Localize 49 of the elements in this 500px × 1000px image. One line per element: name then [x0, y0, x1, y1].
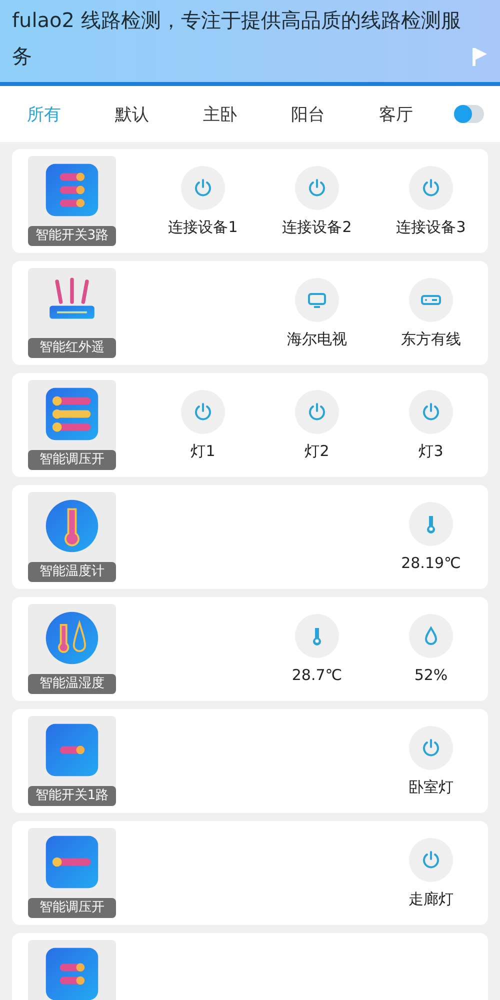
- action-button[interactable]: 28.19℃: [374, 502, 488, 572]
- room-tab[interactable]: 主卧: [176, 86, 264, 142]
- device-icon: [44, 722, 100, 778]
- device-name: 智能开关3路: [28, 226, 116, 246]
- power-icon: [420, 736, 442, 758]
- action-button[interactable]: 灯2: [260, 390, 374, 460]
- power-icon: [420, 176, 442, 198]
- action-button[interactable]: 52%: [374, 614, 488, 684]
- device-icon: [44, 162, 100, 218]
- action-button[interactable]: 东方有线: [374, 278, 488, 348]
- power-icon: [420, 400, 442, 422]
- action-button[interactable]: 灯1: [146, 390, 260, 460]
- caption-text: fulao2 线路检测，专注于提供高品质的线路检测服务: [12, 7, 462, 70]
- flag-icon[interactable]: [472, 46, 488, 68]
- device-name: 智能温度计: [28, 562, 116, 582]
- toggle-icon[interactable]: [454, 105, 484, 123]
- device-name: 智能开关1路: [28, 786, 116, 806]
- device-icon: [44, 946, 100, 1000]
- device-tile[interactable]: 智能调压开: [28, 828, 116, 918]
- device-name: 智能红外遥: [28, 338, 116, 358]
- device-name: 智能调压开: [28, 898, 116, 918]
- power-icon: [306, 400, 328, 422]
- device-tile[interactable]: 智能温度计: [28, 492, 116, 582]
- power-icon: [306, 176, 328, 198]
- device-tile[interactable]: 智能红外遥: [28, 268, 116, 358]
- power-icon: [420, 848, 442, 870]
- action-button[interactable]: 连接设备2: [260, 166, 374, 236]
- room-tab[interactable]: 阳台: [264, 86, 352, 142]
- action-button[interactable]: 连接设备1: [146, 166, 260, 236]
- device-name: 智能温湿度: [28, 674, 116, 694]
- action-button[interactable]: 走廊灯: [374, 838, 488, 908]
- device-icon: [44, 834, 100, 890]
- action-button[interactable]: 卧室灯: [374, 726, 488, 796]
- device-icon: [44, 498, 100, 554]
- action-button[interactable]: 28.7℃: [260, 614, 374, 684]
- device-tile[interactable]: 智能开关3路: [28, 156, 116, 246]
- action-button[interactable]: 连接设备3: [374, 166, 488, 236]
- action-button[interactable]: 灯3: [374, 390, 488, 460]
- room-tab[interactable]: 客厅: [352, 86, 440, 142]
- device-name: 智能调压开: [28, 450, 116, 470]
- power-icon: [192, 176, 214, 198]
- action-button[interactable]: 海尔电视: [260, 278, 374, 348]
- power-icon: [192, 400, 214, 422]
- device-icon: [44, 610, 100, 666]
- device-tile[interactable]: 智能开关1路: [28, 716, 116, 806]
- device-tile[interactable]: 智能调压开: [28, 380, 116, 470]
- device-icon: [44, 386, 100, 442]
- device-tile[interactable]: 智能温湿度: [28, 604, 116, 694]
- room-tab[interactable]: 默认: [88, 86, 176, 142]
